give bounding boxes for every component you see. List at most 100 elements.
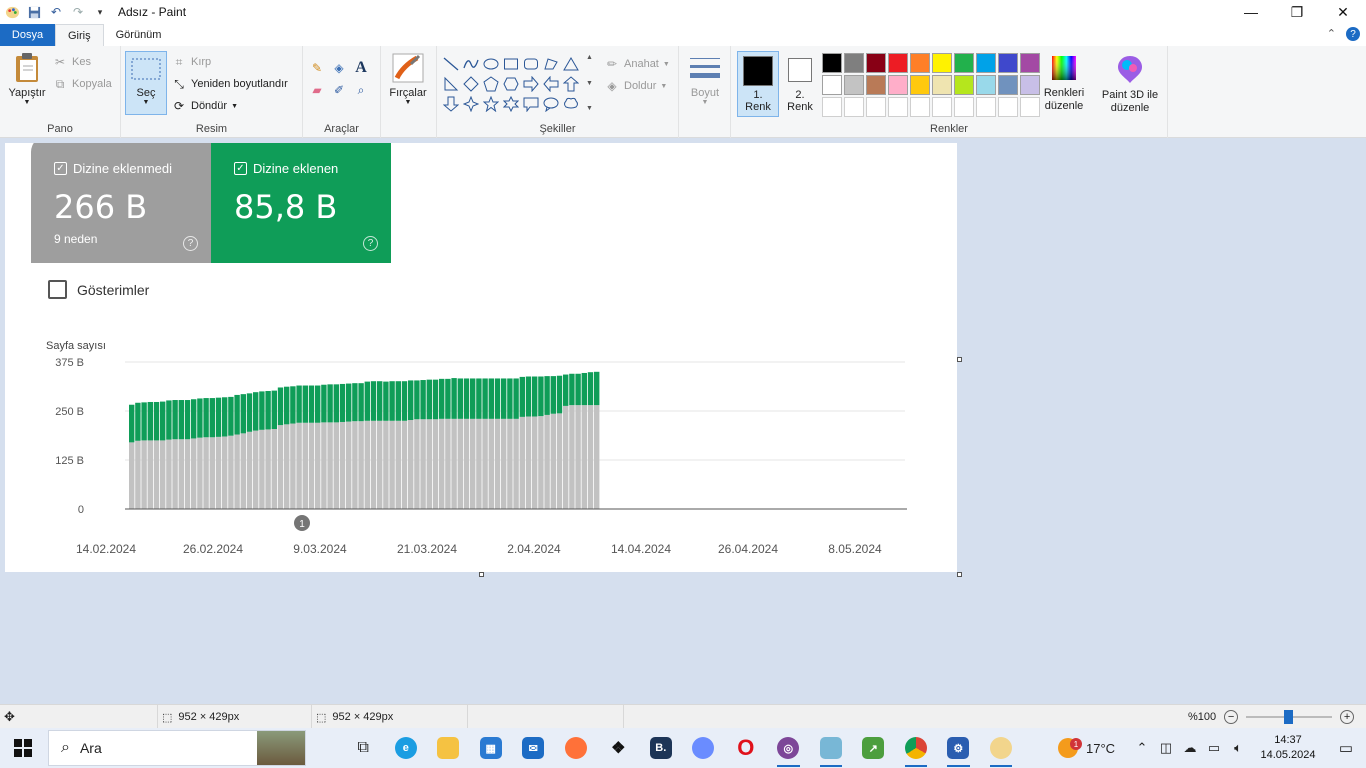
rectangle-shape-icon[interactable] [501,54,521,74]
file-explorer-icon[interactable] [427,728,470,768]
minimize-button[interactable]: — [1228,0,1274,24]
edge-icon[interactable]: e [385,728,428,768]
resize-handle-bottom[interactable] [479,572,484,577]
resize-handle-corner[interactable] [957,572,962,577]
color-swatch[interactable] [954,97,974,117]
save-icon[interactable] [26,4,42,20]
color-swatch[interactable] [822,53,842,73]
hexagon-shape-icon[interactable] [501,74,521,94]
microsoft-store-icon[interactable]: ▦ [470,728,513,768]
close-button[interactable]: ✕ [1320,0,1366,24]
up-arrow-shape-icon[interactable] [561,74,581,94]
meet-now-icon[interactable]: ◫ [1154,740,1178,756]
zoom-slider-thumb[interactable] [1284,710,1294,724]
color-swatch[interactable] [954,75,974,95]
redo-icon[interactable]: ↷ [70,4,86,20]
oval-shape-icon[interactable] [481,54,501,74]
zoom-in-icon[interactable]: + [1340,710,1355,724]
curve-shape-icon[interactable] [461,54,481,74]
restore-button[interactable]: ❐ [1274,0,1320,24]
triangle-shape-icon[interactable] [561,54,581,74]
polygon-shape-icon[interactable] [541,54,561,74]
color-swatch[interactable] [822,97,842,117]
color-swatch[interactable] [976,75,996,95]
color-swatch[interactable] [932,53,952,73]
color2-button[interactable]: 2. Renk [782,56,818,113]
chrome-icon[interactable] [895,728,938,768]
volume-icon[interactable]: 🔈︎ [1226,740,1250,756]
firefox-icon[interactable] [555,728,598,768]
color-picker-icon[interactable]: ✐ [331,82,347,98]
opera-icon[interactable]: O [725,728,768,768]
six-point-star-shape-icon[interactable] [501,94,521,114]
color-swatch[interactable] [866,97,886,117]
color-swatch[interactable] [844,97,864,117]
collapse-ribbon-icon[interactable]: ⌃ [1327,27,1336,41]
task-view-icon[interactable]: ⧉ [342,728,385,768]
weather-temp[interactable]: 17°C [1086,741,1130,756]
copy-button[interactable]: ⧉ Kopyala [52,74,112,94]
left-arrow-shape-icon[interactable] [541,74,561,94]
outline-button[interactable]: ✏ Anahat ▼ [604,54,670,74]
fill-bucket-icon[interactable]: ◈ [331,60,347,76]
pencil-icon[interactable]: ✎ [309,60,325,76]
tab-gorunum[interactable]: Görünüm [104,24,174,46]
taskbar-search[interactable]: ⌕ Ara [48,730,306,766]
color-swatch[interactable] [888,53,908,73]
size-button[interactable]: Boyut ▼ [687,54,723,106]
rect-callout-shape-icon[interactable] [521,94,541,114]
color1-button[interactable]: 1. Renk [737,51,779,117]
color-swatch[interactable] [822,75,842,95]
color-swatch[interactable] [976,97,996,117]
onedrive-icon[interactable]: ☁ [1178,740,1202,756]
paste-button[interactable]: Yapıştır ▼ [6,52,48,106]
crop-button[interactable]: ⌗ Kırp [171,52,288,72]
tor-browser-icon[interactable]: ◎ [767,728,810,768]
paint-taskbar-icon[interactable] [980,728,1023,768]
notifications-icon[interactable]: ▭ [1326,739,1366,757]
paint3d-button[interactable]: Paint 3D ile düzenle [1098,54,1162,115]
color-swatch[interactable] [998,97,1018,117]
color-swatch[interactable] [998,53,1018,73]
edit-colors-button[interactable]: Renkleri düzenle [1040,54,1088,113]
battery-icon[interactable]: ▭ [1202,740,1226,756]
color-swatch[interactable] [1020,53,1040,73]
cut-button[interactable]: ✂ Kes [52,52,112,72]
cloud-callout-shape-icon[interactable] [561,94,581,114]
color-swatch[interactable] [844,75,864,95]
color-swatch[interactable] [1020,75,1040,95]
zoom-out-icon[interactable]: − [1224,710,1239,724]
copilot-icon[interactable] [682,728,725,768]
fill-button[interactable]: ◈ Doldur ▼ [604,76,670,96]
color-swatch[interactable] [932,75,952,95]
scroll-up-icon[interactable]: ▲ [586,54,598,61]
resize-handle-right[interactable] [957,357,962,362]
color-swatch[interactable] [954,53,974,73]
mail-icon[interactable]: ✉ [512,728,555,768]
undo-icon[interactable]: ↶ [48,4,64,20]
color-swatch[interactable] [976,53,996,73]
notepad-icon[interactable] [810,728,853,768]
color-swatch[interactable] [888,75,908,95]
weather-icon[interactable]: 1 [1050,738,1086,758]
four-point-star-shape-icon[interactable] [461,94,481,114]
clock[interactable]: 14:37 14.05.2024 [1250,733,1326,763]
oval-callout-shape-icon[interactable] [541,94,561,114]
customize-quick-access-icon[interactable]: ▾ [92,4,108,20]
right-arrow-shape-icon[interactable] [521,74,541,94]
color-swatch[interactable] [866,53,886,73]
color-swatch[interactable] [932,97,952,117]
rounded-rectangle-shape-icon[interactable] [521,54,541,74]
resize-button[interactable]: ⤡ Yeniden boyutlandır [171,74,288,94]
gallery-expand-icon[interactable]: ▼ [586,105,598,112]
chevron-up-icon[interactable]: ⌃ [1130,740,1154,756]
color-swatch[interactable] [1020,97,1040,117]
shapes-scroll[interactable]: ▲ ▼ ▼ [586,54,598,112]
color-swatch[interactable] [866,75,886,95]
color-swatch[interactable] [910,75,930,95]
dropbox-icon[interactable]: ❖ [597,728,640,768]
network-tool-icon[interactable]: ⚙ [937,728,980,768]
start-button[interactable] [0,728,46,768]
scroll-down-icon[interactable]: ▼ [586,80,598,87]
paint-canvas[interactable]: ✓ Dizine eklenmedi 266 B 9 neden ? ✓ Diz… [5,143,957,572]
